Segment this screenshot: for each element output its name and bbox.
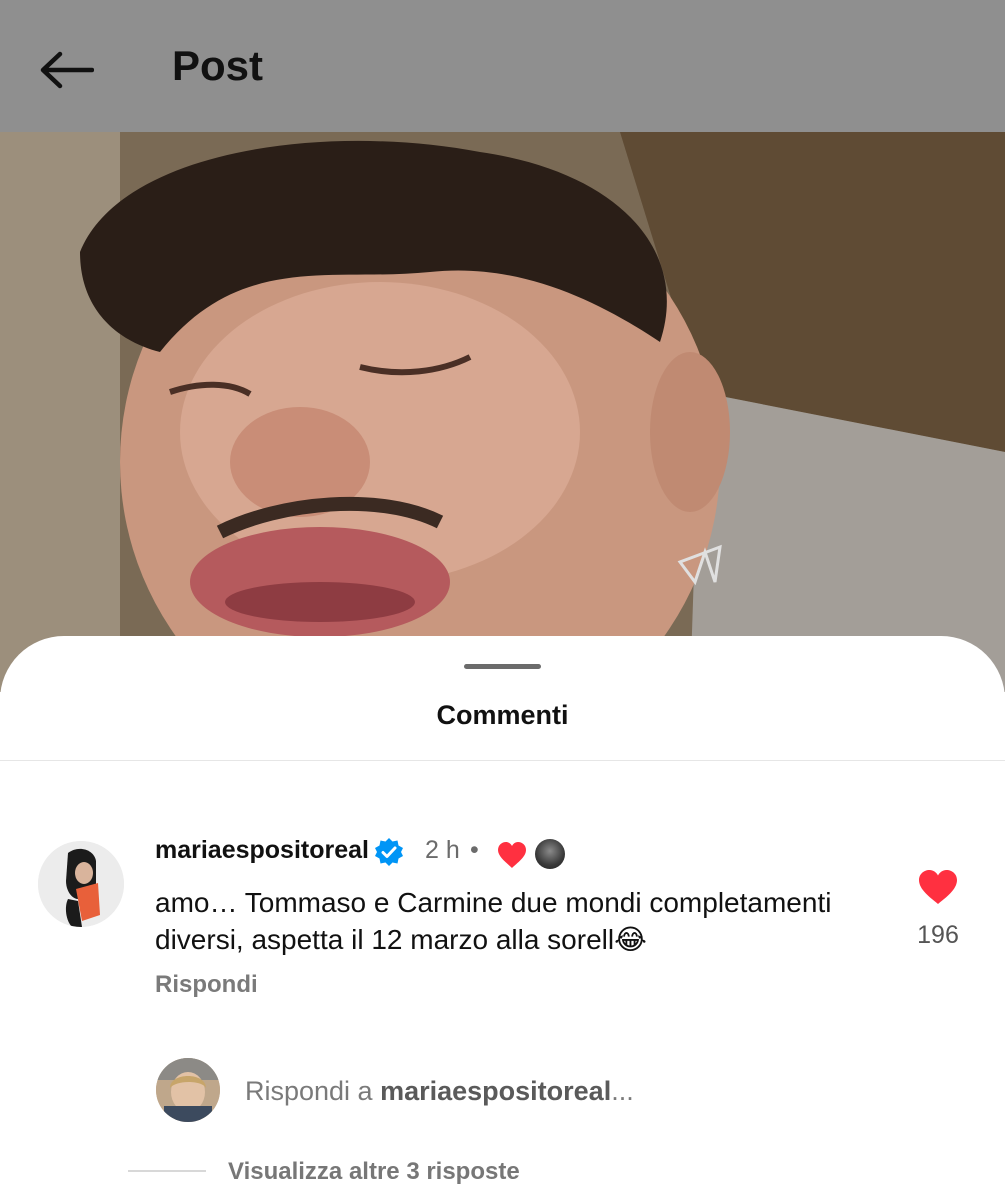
comment-time: 2 h <box>425 836 460 864</box>
comment-username[interactable]: mariaespositoreal <box>155 836 369 865</box>
reply-target: mariaespositoreal <box>380 1076 612 1106</box>
thread-line <box>128 1170 206 1172</box>
divider <box>0 760 1005 761</box>
reply-prefix: Rispondi a <box>245 1076 381 1106</box>
liker-avatar <box>535 839 565 869</box>
current-user-avatar <box>156 1058 220 1122</box>
sheet-title: Commenti <box>436 700 569 730</box>
reply-button[interactable]: Rispondi <box>155 971 258 999</box>
reply-suffix: ... <box>611 1076 634 1106</box>
author-liked-heart-icon <box>498 842 526 868</box>
drag-handle[interactable] <box>464 664 541 669</box>
separator-dot: • <box>470 836 479 864</box>
arrow-left-icon[interactable] <box>38 50 94 90</box>
avatar[interactable] <box>38 841 124 927</box>
top-app-bar: Post <box>0 0 1005 132</box>
reply-input[interactable]: Rispondi a mariaespositoreal... <box>245 1076 945 1107</box>
like-count: 196 <box>917 921 959 949</box>
post-photo[interactable] <box>0 132 1005 692</box>
verified-badge-icon <box>375 838 403 866</box>
comments-sheet: Commenti mariaespositoreal 2 h • amo… To… <box>0 636 1005 1200</box>
view-more-replies-button[interactable]: Visualizza altre 3 risposte <box>228 1158 520 1186</box>
heart-icon[interactable] <box>917 868 959 906</box>
page-title: Post <box>172 42 264 89</box>
comment-text: amo… Tommaso e Carmine due mondi complet… <box>155 887 832 955</box>
